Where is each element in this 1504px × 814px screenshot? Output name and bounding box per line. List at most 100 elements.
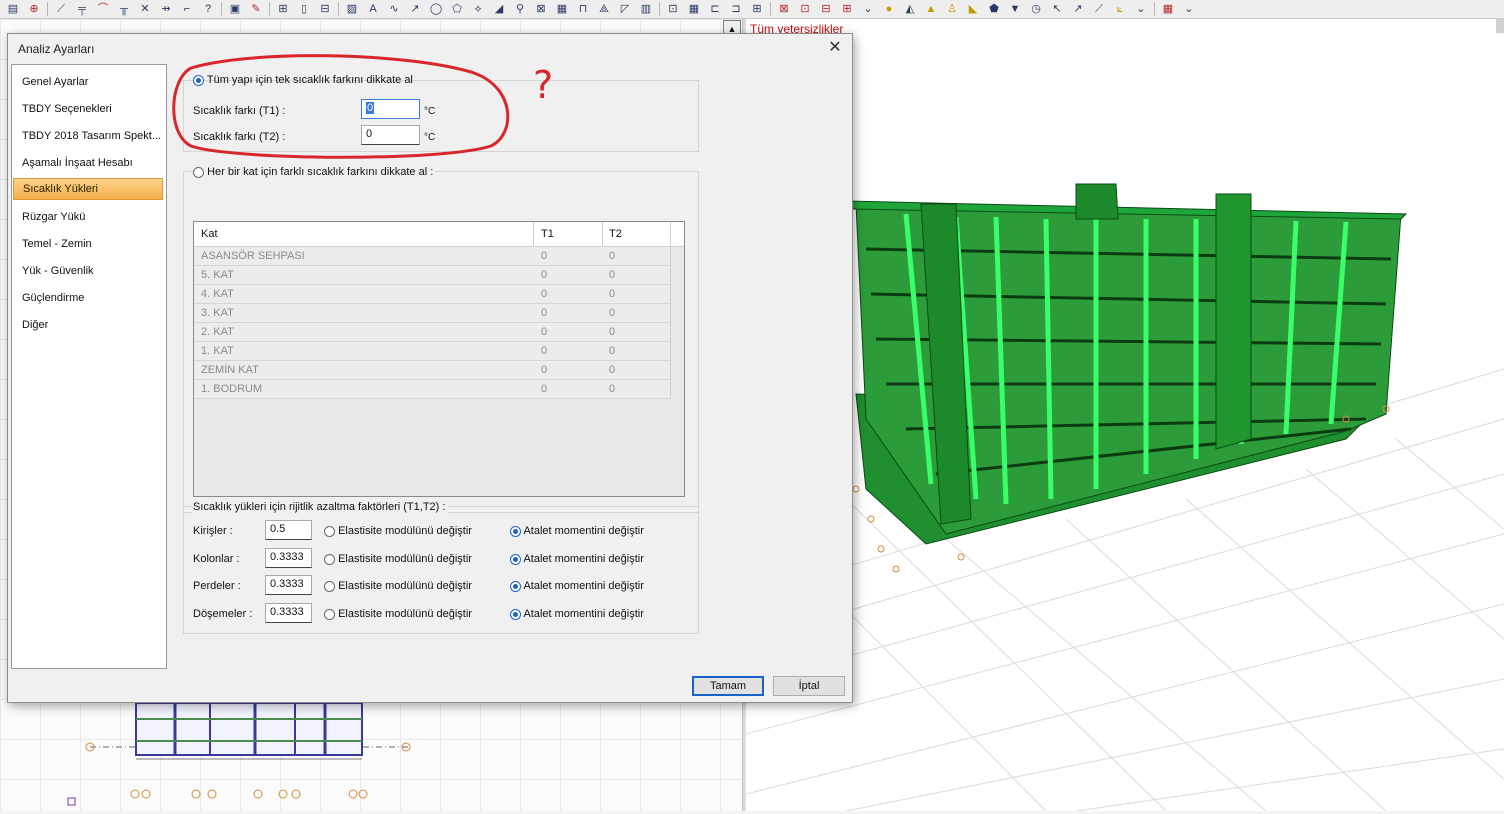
radio-elastic[interactable] [324,580,335,592]
column-icon[interactable]: ⌒ [95,2,111,16]
radio-elastic[interactable] [324,608,335,620]
circle-icon[interactable]: A [365,2,381,16]
table-row[interactable]: 1. BODRUM 0 0 [194,380,670,399]
per-floor-option[interactable]: Her bir kat için farklı sıcaklık farkını… [193,166,437,178]
radio-elastic[interactable] [324,553,335,565]
hat-icon-2[interactable]: ♙ [944,2,960,16]
nav-item-strengthening[interactable]: Güçlendirme [13,287,163,309]
table-row[interactable]: 4. KAT 0 0 [194,285,670,304]
table-icon[interactable]: ⟡ [470,2,486,16]
arrow-icon-2[interactable]: ↗ [1070,2,1086,16]
report-icon[interactable]: ▥ [638,2,654,16]
print-icon-2[interactable]: ⌄ [1133,2,1149,16]
check-icon[interactable]: ⊡ [665,2,681,16]
pointer-icon-2[interactable]: ↖ [1049,2,1065,16]
close-icon[interactable]: ✕ [826,38,844,56]
beam-icon[interactable]: ⚲ [512,2,528,16]
col-header-t1[interactable]: T1 [541,228,554,240]
image-icon[interactable]: ⊞ [275,2,291,16]
print-icon[interactable]: ◭ [902,2,918,16]
chart2-icon[interactable]: ● [881,2,897,16]
grid-icon[interactable]: ▤ [5,2,21,16]
nav-item-staged-construction[interactable]: Aşamalı İnşaat Hesabı [13,152,163,174]
beams-factor-input[interactable]: 0.5 [265,520,312,540]
tag-icon[interactable]: ◸ [617,2,633,16]
scroll-corner[interactable] [1496,19,1504,33]
grid2-icon[interactable]: ▣ [227,2,243,16]
chart2-icon-2[interactable]: ⟀ [1112,2,1128,16]
walls-factor-input[interactable]: 0.3333 [265,575,312,595]
wave-icon[interactable]: ⊟ [317,2,333,16]
nav-item-temperature-loads[interactable]: Sıcaklık Yükleri [13,178,163,200]
flag-icon-2[interactable]: ▼ [1007,2,1023,16]
pie-icon[interactable]: ⊡ [797,2,813,16]
slabs-inertia-option[interactable]: Atalet momentini değiştir [510,608,644,620]
marker-icon[interactable]: ⊞ [749,2,765,16]
text-icon[interactable]: ▯ [296,2,312,16]
arc-icon[interactable]: ▨ [344,2,360,16]
chart-icon-2[interactable]: ⟋ [1091,2,1107,16]
table-icon-2[interactable]: ▦ [1160,2,1176,16]
box-icon[interactable]: ⊠ [533,2,549,16]
cancel-button[interactable]: İptal [773,676,845,696]
bulb-icon-2[interactable]: ▲ [923,2,939,16]
dim-icon[interactable]: ∿ [386,2,402,16]
nav-item-tbdy-options[interactable]: TBDY Seçenekleri [13,98,163,120]
pipe-icon[interactable]: ╤ [74,2,90,16]
table-row[interactable]: ASANSÖR SEHPASI 0 0 [194,247,670,266]
target-icon[interactable]: ⊕ [26,2,42,16]
pie-icon-2[interactable]: ◷ [1028,2,1044,16]
per-floor-radio[interactable] [193,166,204,178]
slab-icon[interactable]: ◯ [428,2,444,16]
nav-item-foundation-soil[interactable]: Temel - Zemin [13,233,163,255]
arrow-icon[interactable]: ⊞ [839,2,855,16]
marker-icon-2[interactable]: ⬟ [986,2,1002,16]
node-icon[interactable]: ✎ [248,2,264,16]
axis-icon[interactable]: ⊓ [575,2,591,16]
flag-icon[interactable]: ⊠ [776,2,792,16]
slabs-factor-input[interactable]: 0.3333 [265,603,312,623]
radio-inertia[interactable] [510,580,521,592]
table-row[interactable]: ZEMİN KAT 0 0 [194,361,670,380]
pointer-icon[interactable]: ⊟ [818,2,834,16]
measure-icon[interactable]: ⟁ [596,2,612,16]
nav-item-wind-load[interactable]: Rüzgar Yükü [13,206,163,228]
truss-icon[interactable]: ⬠ [449,2,465,16]
nav-item-load-safety[interactable]: Yük - Güvenlik [13,260,163,282]
columns-factor-input[interactable]: 0.3333 [265,548,312,568]
col-header-t2[interactable]: T2 [609,228,622,240]
slabs-elastic-option[interactable]: Elastisite modülünü değiştir [324,608,472,620]
draw-line-icon[interactable]: ⟋ [53,2,69,16]
radio-inertia[interactable] [510,525,521,537]
nav-item-tbdy-spectrum[interactable]: TBDY 2018 Tasarım Spekt... [13,125,163,147]
col-header-floor[interactable]: Kat [201,228,218,240]
hat-icon[interactable]: ⊏ [707,2,723,16]
brush-icon[interactable]: ? [200,2,216,16]
walls-inertia-option[interactable]: Atalet momentini değiştir [510,580,644,592]
frame-icon[interactable]: ⌐ [179,2,195,16]
more-icon[interactable]: ⌄ [1181,2,1197,16]
table-row[interactable]: 3. KAT 0 0 [194,304,670,323]
table-row[interactable]: 1. KAT 0 0 [194,342,670,361]
columns-inertia-option[interactable]: Atalet momentini değiştir [510,553,644,565]
nav-item-other[interactable]: Diğer [13,314,163,336]
beams-elastic-option[interactable]: Elastisite modülünü değiştir [324,525,472,537]
walls-elastic-option[interactable]: Elastisite modülünü değiştir [324,580,472,592]
3d-model-view[interactable]: Tüm yetersizlikler [746,19,1504,811]
radio-elastic[interactable] [324,525,335,537]
table-row[interactable]: 2. KAT 0 0 [194,323,670,342]
beams-inertia-option[interactable]: Atalet momentini değiştir [510,525,644,537]
panel-icon[interactable]: ▦ [554,2,570,16]
stair-icon[interactable]: ↗ [407,2,423,16]
rotate-icon[interactable]: ⇸ [158,2,174,16]
chart-icon[interactable]: ⌄ [860,2,876,16]
table-row[interactable]: 5. KAT 0 0 [194,266,670,285]
radio-inertia[interactable] [510,608,521,620]
floor-temperature-table[interactable]: Kat T1 T2 ASANSÖR SEHPASI 0 0 5. KAT 0 0… [193,221,685,497]
radio-inertia[interactable] [510,553,521,565]
triangle-icon-2[interactable]: ◣ [965,2,981,16]
nav-item-general[interactable]: Genel Ayarlar [13,71,163,93]
ok-button[interactable]: Tamam [692,676,764,696]
columns-elastic-option[interactable]: Elastisite modülünü değiştir [324,553,472,565]
triangle-icon[interactable]: ⊐ [728,2,744,16]
